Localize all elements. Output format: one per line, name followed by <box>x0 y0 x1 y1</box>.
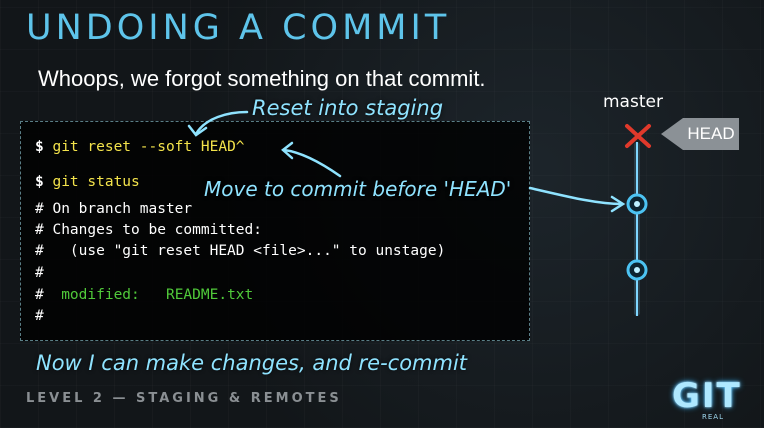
master-branch-label: master <box>603 92 663 112</box>
annotation-arrows <box>187 110 651 316</box>
commit-node-current <box>626 193 648 215</box>
head-pointer-tag: HEAD <box>661 118 739 150</box>
arrow-to-previous-commit <box>528 186 626 213</box>
branch-line <box>636 142 638 316</box>
git-real-logo-subtext: REAL <box>702 413 724 421</box>
arrow-to-head-caret <box>281 141 342 178</box>
commit-graph <box>625 124 651 316</box>
arrow-reset-into-staging <box>187 110 249 137</box>
git-real-logo: GIT <box>672 376 742 416</box>
slide-footer: LEVEL 2 — STAGING & REMOTES <box>26 391 342 406</box>
commit-node-previous <box>626 259 648 281</box>
